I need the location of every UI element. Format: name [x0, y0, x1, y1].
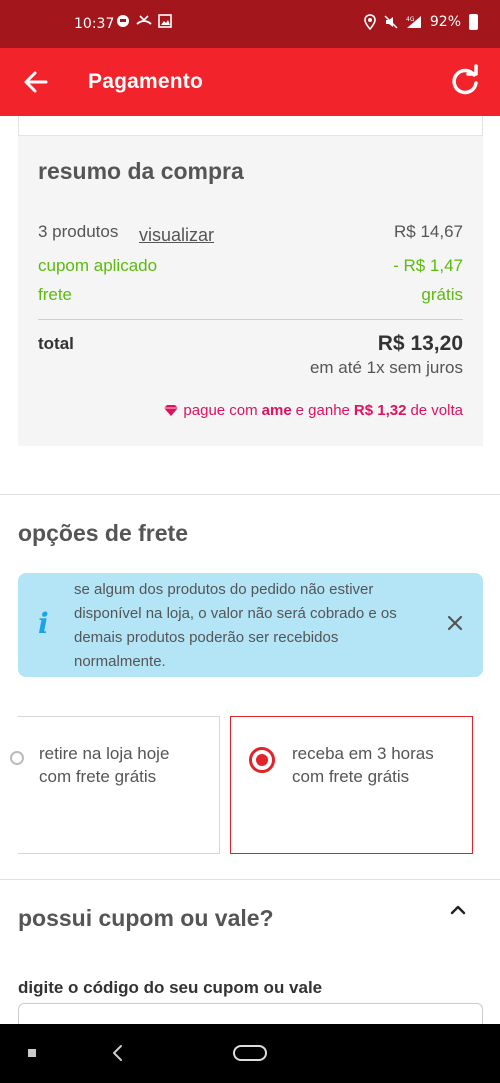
delivery-option-line1: receba em 3 horas [292, 744, 434, 763]
back-arrow-icon[interactable] [20, 66, 52, 98]
ame-diamond-icon [164, 405, 179, 416]
system-back-icon[interactable] [110, 1044, 124, 1062]
refresh-icon[interactable] [448, 64, 482, 98]
radio-unselected[interactable] [10, 751, 24, 765]
home-button[interactable] [233, 1045, 267, 1061]
page-title: Pagamento [88, 70, 203, 93]
delivery-option-text: receba em 3 horas com frete grátis [292, 742, 434, 788]
view-products-link[interactable]: visualizar [139, 225, 214, 246]
coupon-discount-value: - R$ 1,47 [393, 256, 463, 275]
summary-divider [38, 319, 463, 320]
chevron-up-icon[interactable] [449, 903, 467, 917]
close-icon[interactable] [445, 613, 465, 633]
status-bar: 10:37 4G 92% [0, 0, 500, 48]
summary-title: resumo da compra [38, 158, 244, 184]
ame-prefix: pague com [183, 402, 258, 419]
info-banner-text: se algum dos produtos do pedido não esti… [74, 581, 397, 670]
signal-icon: 4G [406, 16, 421, 28]
total-label: total [38, 334, 74, 353]
status-time: 10:37 [74, 16, 115, 32]
pickup-option-line2: com frete grátis [39, 767, 157, 786]
notification-icons [116, 14, 172, 28]
chat-icon [117, 15, 129, 27]
total-value: R$ 13,20 [377, 332, 463, 355]
battery-percent: 92% [429, 14, 461, 30]
image-icon [158, 14, 172, 28]
delivery-option-line2: com frete grátis [292, 767, 410, 786]
missed-call-icon [136, 15, 152, 25]
info-icon: i [38, 607, 49, 640]
ame-brand: ame [261, 402, 292, 419]
section-divider [0, 879, 500, 880]
ame-middle: e ganhe [295, 402, 350, 419]
recents-button[interactable] [28, 1049, 36, 1057]
installments-text: em até 1x sem juros [309, 358, 463, 377]
order-summary-card: resumo da compra 3 produtos visualizar R… [18, 136, 483, 446]
products-label: 3 produtos [38, 222, 119, 241]
coupon-section-title[interactable]: possui cupom ou vale? [18, 905, 274, 932]
coupon-applied-label: cupom aplicado [38, 256, 158, 275]
pickup-option-text: retire na loja hoje com frete grátis [39, 742, 169, 788]
radio-selected[interactable] [249, 747, 275, 773]
freight-value: grátis [421, 285, 463, 304]
pickup-in-store-option[interactable]: retire na loja hoje com frete grátis [10, 716, 220, 854]
battery-icon [469, 14, 478, 30]
mute-icon [384, 15, 398, 29]
location-icon [364, 14, 376, 30]
section-divider [0, 494, 500, 495]
products-value: R$ 14,67 [394, 222, 463, 241]
pickup-option-line1: retire na loja hoje [39, 744, 170, 763]
freight-label: frete [38, 285, 73, 304]
system-nav-bar [0, 1024, 500, 1083]
shipping-options-title: opções de frete [18, 520, 188, 546]
coupon-input-label: digite o código do seu cupom ou vale [18, 978, 323, 997]
previous-card-edge [18, 116, 483, 136]
delivery-3h-option[interactable]: receba em 3 horas com frete grátis [230, 716, 473, 854]
svg-text:4G: 4G [406, 16, 415, 23]
info-banner: i se algum dos produtos do pedido não es… [18, 573, 483, 677]
app-bar: Pagamento [0, 48, 500, 116]
ame-cashback-value: R$ 1,32 [353, 402, 407, 419]
status-right: 4G 92% [364, 14, 478, 30]
ame-cashback-line: pague com ame e ganhe R$ 1,32 de volta [163, 402, 463, 419]
ame-suffix: de volta [410, 402, 463, 419]
